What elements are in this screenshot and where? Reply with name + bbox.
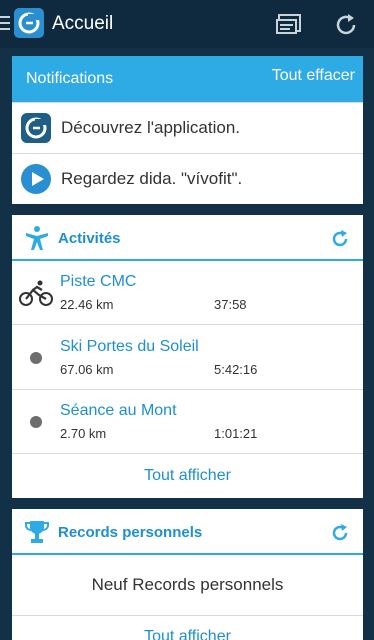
- activities-header[interactable]: Activités: [12, 215, 363, 261]
- divider: [12, 615, 363, 616]
- activity-distance: 22.46 km: [60, 297, 114, 312]
- notification-item-video[interactable]: Regardez dida. "vívofit".: [12, 153, 363, 203]
- notifications-title: Notifications: [26, 70, 114, 87]
- notification-label: Regardez dida. "vívofit".: [61, 169, 243, 188]
- page-title: Accueil: [52, 13, 114, 34]
- activity-distance: 2.70 km: [60, 426, 107, 441]
- records-title: Records personnels: [58, 524, 203, 541]
- activity-row[interactable]: Séance au Mont 2.70 km 1:01:21: [12, 390, 363, 454]
- hamburger-icon[interactable]: [0, 16, 10, 32]
- activity-row[interactable]: Ski Portes du Soleil 67.06 km 5:42:16: [12, 326, 363, 390]
- garmin-connect-logo-icon[interactable]: [14, 8, 44, 38]
- cards-view-icon[interactable]: [274, 12, 302, 36]
- app-bar: Accueil: [0, 0, 374, 48]
- sync-icon[interactable]: [333, 12, 359, 38]
- person-activity-icon: [24, 225, 50, 251]
- activity-name: Ski Portes du Soleil: [60, 338, 199, 355]
- records-card: Records personnels Neuf Records personne…: [12, 509, 363, 640]
- records-summary: Neuf Records personnels: [91, 575, 284, 594]
- refresh-icon[interactable]: [330, 523, 350, 543]
- activity-duration: 37:58: [214, 297, 247, 312]
- activities-title: Activités: [58, 230, 121, 247]
- activity-duration: 5:42:16: [214, 362, 258, 377]
- clear-all-button[interactable]: Tout effacer: [272, 67, 355, 85]
- dot-icon: [30, 352, 42, 364]
- activity-duration: 1:01:21: [214, 426, 258, 441]
- refresh-icon[interactable]: [330, 229, 350, 249]
- dot-icon: [30, 416, 42, 428]
- notifications-header: Notifications Tout effacer: [12, 56, 363, 102]
- activity-row[interactable]: Piste CMC 22.46 km 37:58: [12, 261, 363, 325]
- notification-label: Découvrez l'application.: [61, 118, 241, 137]
- trophy-icon: [24, 519, 50, 545]
- app-logo-icon: [20, 112, 52, 144]
- activities-card: Activités Piste CMC 22.46 km 37:58 Ski P…: [12, 215, 363, 498]
- show-all-activities-link[interactable]: Tout afficher: [12, 467, 363, 485]
- play-video-icon: [20, 163, 52, 195]
- activity-name: Piste CMC: [60, 273, 137, 290]
- notifications-card: Notifications Tout effacer Découvrez l'a…: [12, 56, 363, 204]
- activity-name: Séance au Mont: [60, 402, 177, 419]
- show-all-records-link[interactable]: Tout afficher: [12, 628, 363, 640]
- cycling-icon: [18, 279, 54, 307]
- activity-distance: 67.06 km: [60, 362, 114, 377]
- records-header[interactable]: Records personnels: [12, 509, 363, 555]
- notification-item-app[interactable]: Découvrez l'application.: [12, 102, 363, 152]
